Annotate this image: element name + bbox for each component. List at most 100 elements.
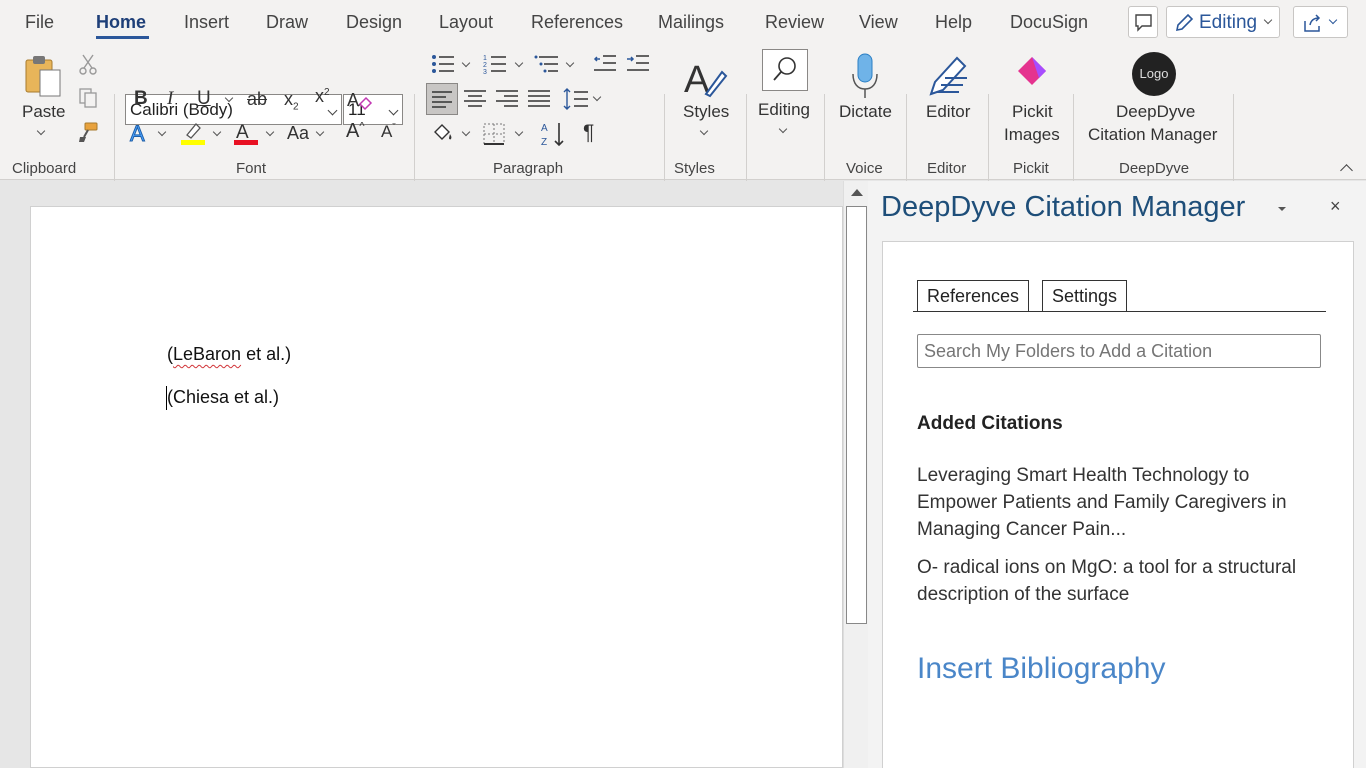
deepdyve-label-line1[interactable]: DeepDyve [1116,102,1195,122]
deepdyve-logo-icon[interactable]: Logo [1132,52,1176,96]
styles-icon[interactable]: A [682,54,730,102]
citation-item[interactable]: Leveraging Smart Health Technology to Em… [917,462,1327,543]
tab-docusign[interactable]: DocuSign [1010,12,1088,33]
justify-icon[interactable] [526,86,552,112]
editing-mode-button[interactable]: Editing [1166,6,1280,38]
pickit-label-line1[interactable]: Pickit [1012,102,1053,122]
tab-file[interactable]: File [25,12,54,33]
text-effects-icon[interactable]: A [128,120,154,147]
editing-mode-label: Editing [1199,12,1258,33]
scroll-up-icon[interactable] [851,189,863,196]
increase-indent-icon[interactable] [626,52,650,74]
pickit-label-line2[interactable]: Images [1004,125,1060,145]
voice-group-label: Voice [846,160,883,177]
decrease-indent-icon[interactable] [593,52,617,74]
bold-icon[interactable]: B [134,88,148,110]
citation-search-input[interactable] [917,334,1321,368]
deepdyve-label-line2[interactable]: Citation Manager [1088,125,1217,145]
chevron-down-icon[interactable] [514,127,524,137]
microphone-icon[interactable] [849,52,881,102]
highlighter-icon[interactable] [180,120,206,146]
chevron-down-icon[interactable] [157,127,167,137]
tab-label: References [927,286,1020,306]
ribbon: Paste Clipboard Calibri (Body) 11 B I U … [0,44,1366,219]
svg-text:2: 2 [483,62,487,69]
text-cursor [166,386,167,410]
pickit-logo-icon[interactable] [1012,54,1052,94]
tab-settings-pane[interactable]: Settings [1042,280,1128,312]
chevron-down-icon[interactable] [514,58,524,68]
tab-help[interactable]: Help [935,12,972,33]
tab-design[interactable]: Design [346,12,402,33]
svg-text:Z: Z [541,137,547,148]
chevron-down-icon[interactable] [699,126,709,136]
document-line-1[interactable]: (LeBaron et al.) [167,344,291,365]
tab-home[interactable]: Home [96,12,146,33]
align-right-icon[interactable] [494,86,520,112]
tab-mailings[interactable]: Mailings [658,12,724,33]
shrink-font-icon[interactable]: Aˇ [381,122,396,142]
format-painter-icon[interactable] [76,120,100,144]
font-color-icon[interactable]: A [233,120,259,146]
insert-bibliography-link[interactable]: Insert Bibliography [917,652,1165,686]
chevron-down-icon[interactable] [212,127,222,137]
change-case-icon[interactable]: Aa [287,123,309,144]
active-tab-indicator [96,36,149,39]
chevron-down-icon[interactable] [315,127,325,137]
editing-button[interactable] [762,49,808,91]
cut-icon[interactable] [77,53,99,75]
tab-references-pane[interactable]: References [917,280,1030,312]
chevron-down-icon[interactable] [778,124,788,134]
tab-draw[interactable]: Draw [266,12,308,33]
chevron-down-icon[interactable] [565,58,575,68]
citation-text: (Chiesa et al.) [167,387,280,407]
strikethrough-icon[interactable]: ab [247,89,267,110]
editor-group-label: Editor [927,160,967,177]
clear-formatting-icon[interactable]: A [346,88,374,112]
align-left-button[interactable] [426,83,458,115]
line-spacing-icon[interactable] [562,86,590,112]
spelling-flagged-word[interactable]: LeBaron [173,344,241,364]
borders-icon[interactable] [482,122,506,146]
chevron-down-icon[interactable] [461,58,471,68]
subscript-icon[interactable]: x2 [284,89,299,113]
superscript-icon[interactable]: x2 [315,86,330,107]
multilevel-list-icon[interactable] [534,52,560,76]
svg-text:A: A [347,90,359,110]
close-icon[interactable]: × [1330,196,1341,217]
tab-references[interactable]: References [531,12,623,33]
pane-options-icon[interactable] [1278,207,1286,211]
paste-button[interactable]: Paste [22,102,65,122]
show-formatting-marks-icon[interactable]: ¶ [583,121,594,145]
comments-button[interactable] [1128,6,1158,38]
document-line-2[interactable]: (Chiesa et al.) [167,387,279,408]
dictate-button[interactable]: Dictate [839,102,892,122]
italic-icon[interactable]: I [167,88,173,110]
chevron-down-icon[interactable] [592,92,602,102]
share-button[interactable] [1293,6,1348,38]
vertical-scrollbar[interactable] [843,181,868,768]
bullets-icon[interactable] [430,52,456,76]
citation-item[interactable]: O- radical ions on MgO: a tool for a str… [917,554,1327,608]
tab-insert[interactable]: Insert [184,12,229,33]
chevron-down-icon[interactable] [461,127,471,137]
align-center-icon[interactable] [462,86,488,112]
document-page[interactable] [30,206,843,768]
chevron-down-icon[interactable] [36,126,46,136]
shading-icon[interactable] [430,120,456,146]
styles-button[interactable]: Styles [683,102,729,122]
editor-icon[interactable] [925,52,971,102]
paste-icon[interactable] [22,54,66,102]
copy-icon[interactable] [77,87,99,109]
editor-button[interactable]: Editor [926,102,970,122]
underline-icon[interactable]: U [197,88,211,110]
chevron-down-icon[interactable] [265,127,275,137]
tab-review[interactable]: Review [765,12,824,33]
scroll-thumb[interactable] [846,206,867,624]
numbering-icon[interactable]: 1 2 3 [482,52,508,76]
tab-layout[interactable]: Layout [439,12,493,33]
sort-icon[interactable]: A Z [540,120,568,148]
svg-text:3: 3 [483,69,487,76]
grow-font-icon[interactable]: A^ [346,120,365,143]
tab-view[interactable]: View [859,12,898,33]
